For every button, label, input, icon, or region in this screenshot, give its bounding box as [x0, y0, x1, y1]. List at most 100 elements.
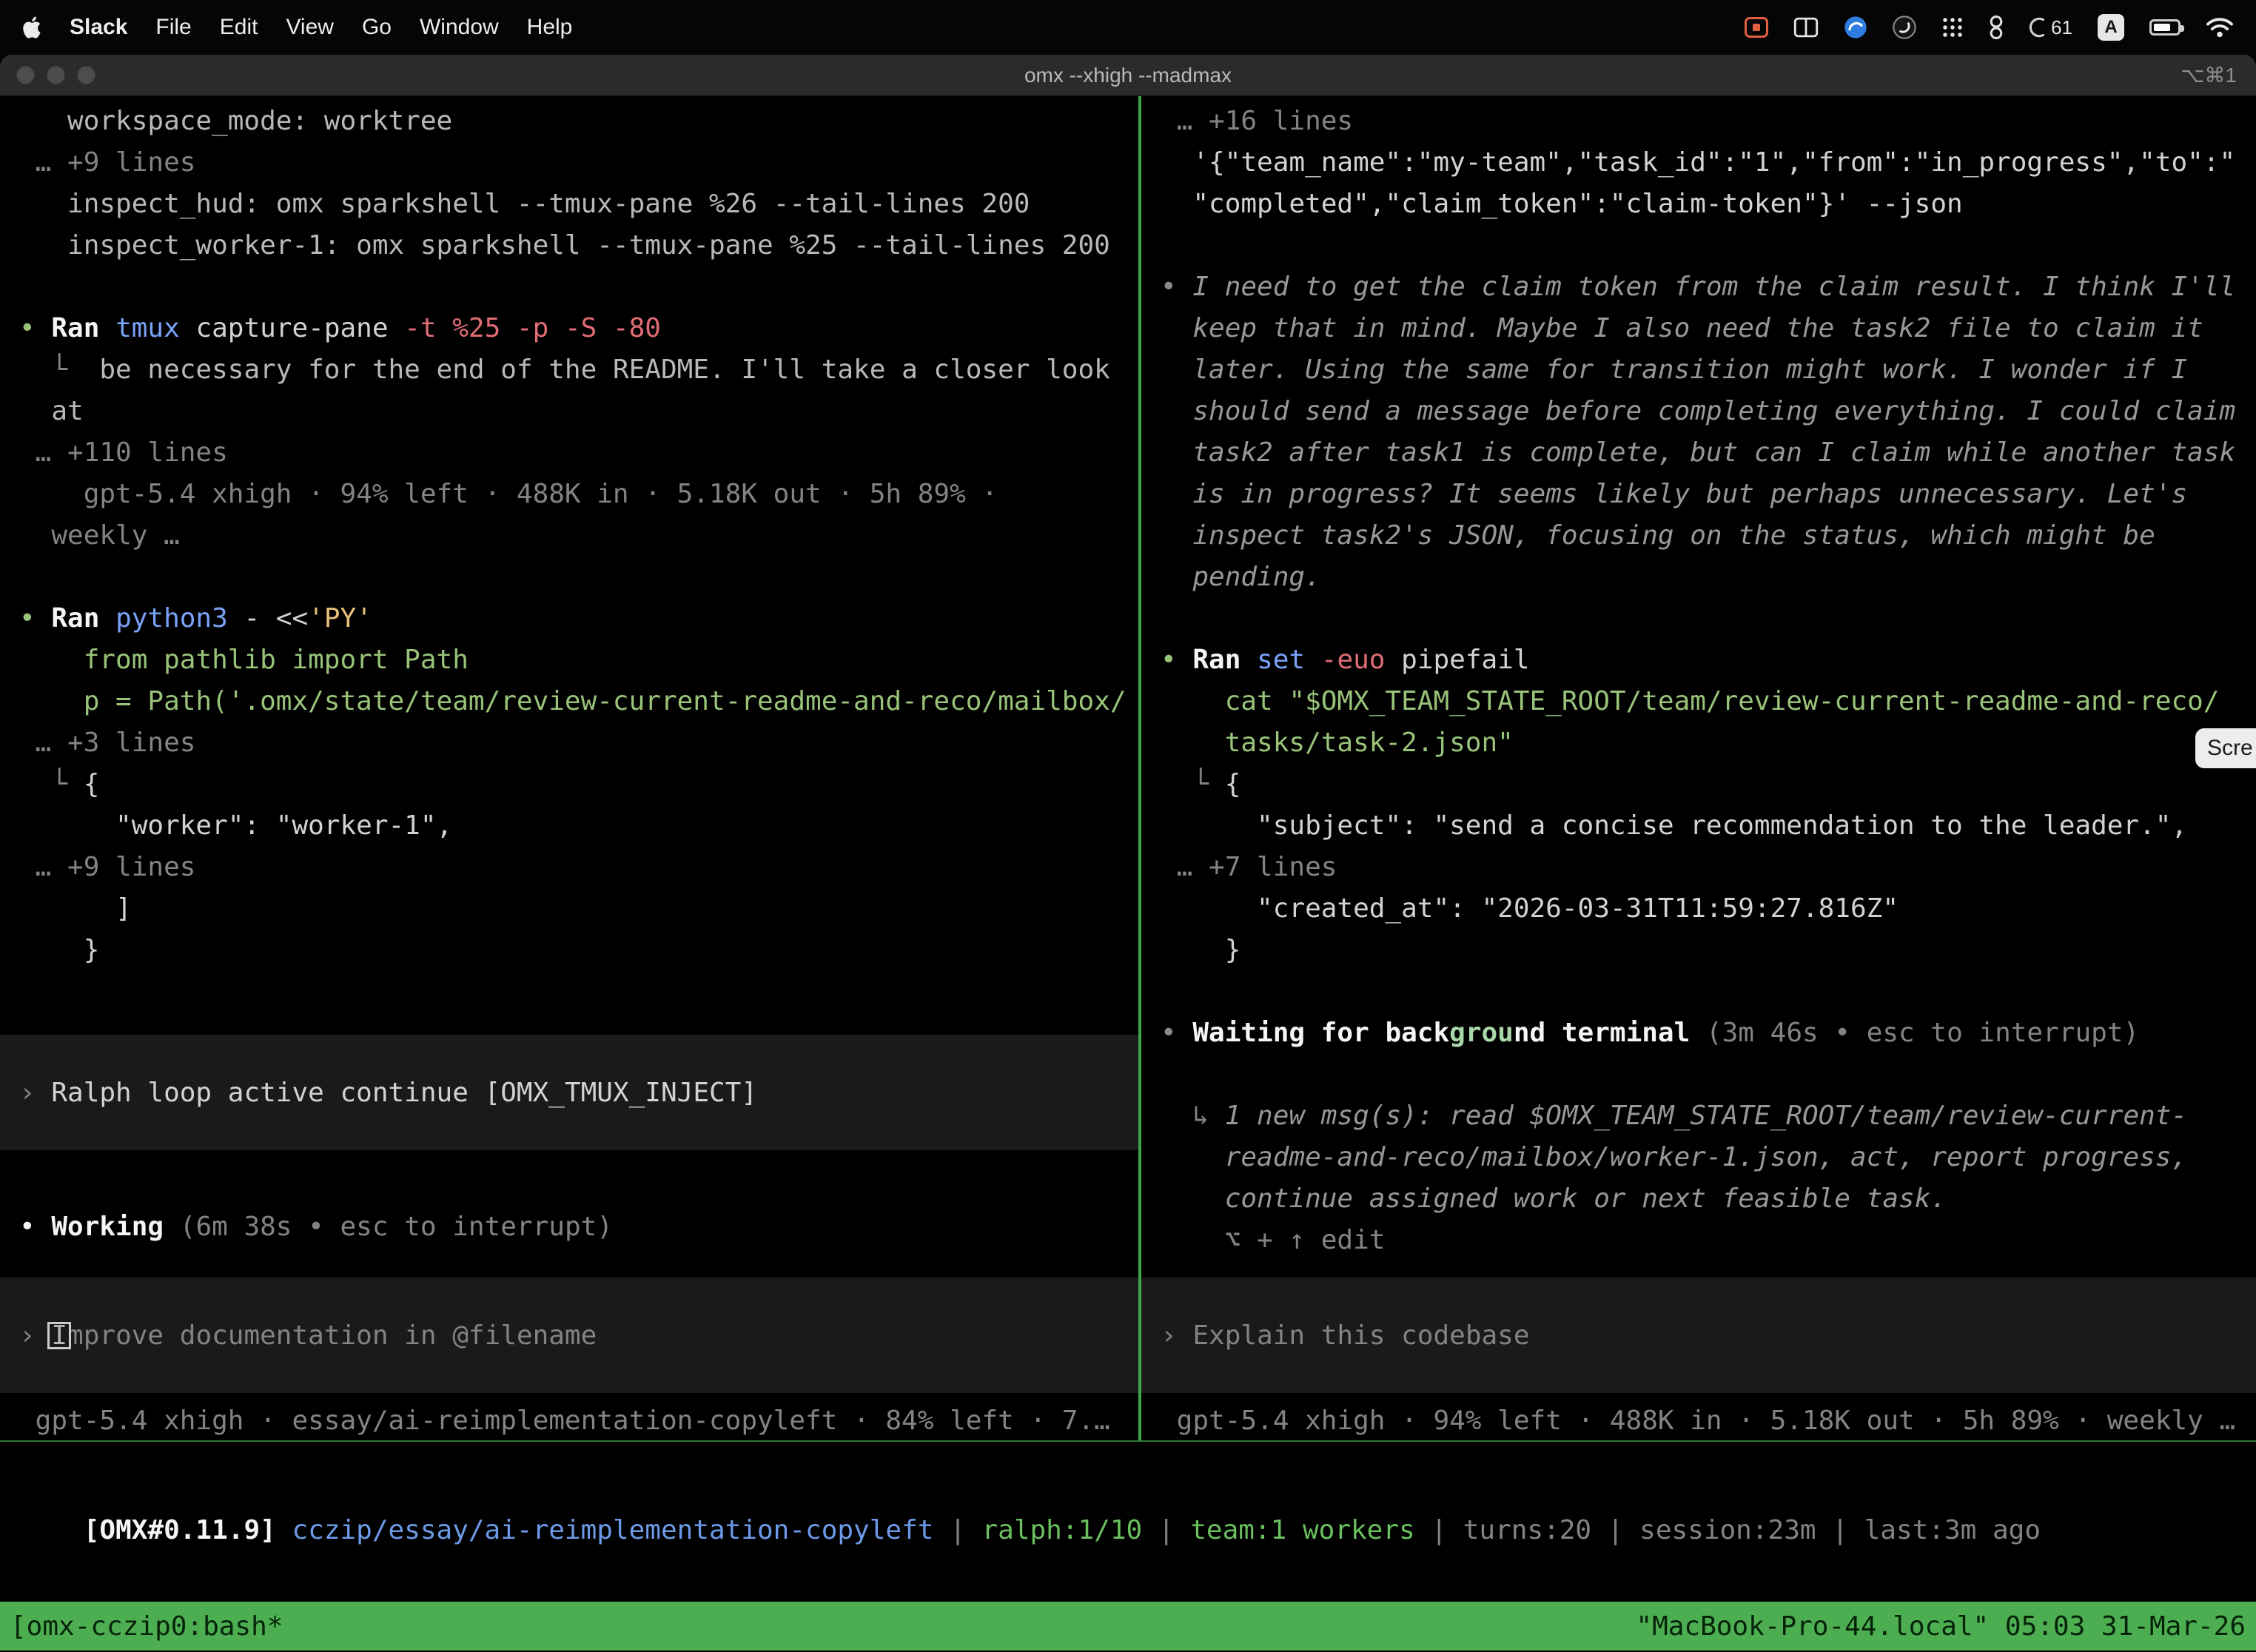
turns-counter: turns:20	[1463, 1515, 1591, 1545]
separator: |	[1142, 1515, 1190, 1545]
ran-command-line: • Ran set -euo pipefail	[1141, 639, 2256, 681]
cmd-token: pipefail	[1385, 645, 1529, 675]
menu-app-name[interactable]: Slack	[70, 15, 127, 40]
screen-share-popover[interactable]: Scre	[2195, 728, 2256, 768]
bullet-icon: •	[1161, 645, 1177, 675]
pane-footer-stats: gpt-5.4 xhigh · essay/ai-reimplementatio…	[0, 1400, 1138, 1440]
screen-recording-indicator-icon[interactable]	[1745, 17, 1768, 38]
wifi-icon[interactable]	[2206, 13, 2234, 42]
tmux-pane-left[interactable]: workspace_mode: worktree … +9 lines insp…	[0, 96, 1138, 1440]
menu-view[interactable]: View	[286, 15, 333, 40]
cmd-flags: -t %25 -p -S -80	[404, 313, 661, 343]
output-connector: └	[1161, 769, 1225, 799]
text-cursor: I	[51, 1320, 67, 1351]
mailbox-message-line: readme-and-reco/mailbox/worker-1.json, a…	[1141, 1137, 2256, 1178]
session-timer: session:23m	[1639, 1515, 1816, 1545]
reply-arrow-icon: ↳	[1161, 1101, 1225, 1131]
window-grid-icon[interactable]	[1793, 13, 1819, 42]
queued-message-band[interactable]: › Ralph loop active continue [OMX_TMUX_I…	[0, 1035, 1138, 1150]
text: tasks/task-2.json"	[1161, 728, 1514, 758]
command-output-line: ]	[0, 888, 1138, 930]
input-source-icon[interactable]: A	[2098, 14, 2124, 41]
text: 1 new msg(s): read $OMX_TEAM_STATE_ROOT/…	[1225, 1101, 2187, 1131]
tmux-pane-right[interactable]: … +16 lines '{"team_name":"my-team","tas…	[1141, 96, 2256, 1440]
command-output-line: "worker": "worker-1",	[0, 805, 1138, 847]
text: keep that in mind. Maybe I also need the…	[1161, 313, 2203, 343]
separator: |	[1591, 1515, 1639, 1545]
waiting-label: nd terminal	[1514, 1018, 1690, 1048]
text: … +9 lines	[19, 147, 195, 178]
text: {	[84, 769, 100, 799]
blank-line	[1141, 971, 2256, 1013]
tmux-host-datetime-label: "MacBook-Pro-44.local" 05:03 31-Mar-26	[1636, 1611, 2246, 1642]
blank-line	[0, 266, 1138, 308]
thinking-line: task2 after task1 is complete, but can I…	[1141, 432, 2256, 474]
collapsed-lines-indicator: … +9 lines	[0, 142, 1138, 184]
separator: |	[933, 1515, 981, 1545]
thinking-line: is in progress? It seems likely but perh…	[1141, 474, 2256, 515]
bullet-icon: •	[1161, 1018, 1177, 1048]
cmd-token: tmux	[115, 313, 180, 343]
text: inspect_worker-1: omx sparkshell --tmux-…	[19, 230, 1110, 261]
blank-line	[0, 557, 1138, 598]
disc-app-icon[interactable]	[1893, 13, 1916, 42]
text: later. Using the same for transition mig…	[1161, 355, 2187, 385]
bullet-icon: •	[19, 603, 36, 634]
blank-line	[1141, 1054, 2256, 1095]
blue-app-icon[interactable]	[1844, 13, 1867, 42]
text: … +3 lines	[19, 728, 195, 758]
menu-window[interactable]: Window	[420, 15, 499, 40]
ralph-counter: ralph:1/10	[981, 1515, 1142, 1545]
text: … +7 lines	[1161, 852, 1337, 882]
edit-hint-line: ⌥ + ↑ edit	[1141, 1220, 2256, 1261]
team-workers-label: team:1 workers	[1190, 1515, 1414, 1545]
output-connector: └	[19, 769, 84, 799]
menu-bar-status-items: 61 A	[1745, 13, 2234, 42]
text: "subject": "send a concise recommendatio…	[1161, 810, 2187, 841]
battery-icon[interactable]	[2149, 19, 2181, 36]
cmd-flags: -euo	[1305, 645, 1385, 675]
apps-grid-icon[interactable]	[1941, 13, 1964, 42]
cmd-string: 'PY'	[308, 603, 372, 634]
menu-help[interactable]: Help	[527, 15, 573, 40]
menu-edit[interactable]: Edit	[220, 15, 258, 40]
text: '{"team_name":"my-team","task_id":"1","f…	[1161, 147, 2235, 178]
collapsed-lines-indicator: … +7 lines	[1141, 847, 2256, 888]
queued-message-text: Ralph loop active continue [OMX_TMUX_INJ…	[51, 1078, 757, 1108]
pane-footer-stats: gpt-5.4 xhigh · 94% left · 488K in · 5.1…	[1141, 1400, 2256, 1440]
cmd-token: capture-pane	[180, 313, 404, 343]
blank-line	[1141, 598, 2256, 639]
prompt-input-left[interactable]: › Improve documentation in @filename	[0, 1277, 1138, 1393]
omx-version-label: [OMX#0.11.9]	[84, 1515, 276, 1545]
prompt-input-right[interactable]: › Explain this codebase	[1141, 1277, 2256, 1393]
terminal-window-titlebar: omx --xhigh --madmax ⌥⌘1	[0, 55, 2256, 96]
model-stats-line: gpt-5.4 xhigh · 94% left · 488K in · 5.1…	[0, 474, 1138, 515]
menu-file[interactable]: File	[155, 15, 191, 40]
apple-menu-icon[interactable]	[22, 13, 41, 42]
text: at	[19, 396, 84, 426]
thinking-line: pending.	[1141, 557, 2256, 598]
thinking-line: keep that in mind. Maybe I also need the…	[1141, 308, 2256, 349]
menu-go[interactable]: Go	[362, 15, 392, 40]
omx-status-line: [OMX#0.11.9] cczip/essay/ai-reimplementa…	[19, 1468, 2256, 1593]
automation-app-icon[interactable]	[1989, 13, 2004, 42]
text: readme-and-reco/mailbox/worker-1.json, a…	[1161, 1142, 2187, 1172]
command-code-line: tasks/task-2.json"	[1141, 722, 2256, 764]
bullet-icon: •	[19, 1212, 36, 1242]
text: p = Path('.omx/state/team/review-current…	[19, 686, 1127, 716]
thinking-line: inspect task2's JSON, focusing on the st…	[1141, 515, 2256, 557]
command-output-line: "subject": "send a concise recommendatio…	[1141, 805, 2256, 847]
battery-level	[2154, 24, 2170, 31]
collapsed-lines-indicator: … +3 lines	[0, 722, 1138, 764]
separator: |	[1816, 1515, 1864, 1545]
text: workspace_mode: worktree	[19, 106, 452, 136]
cmd-token: set	[1257, 645, 1305, 675]
menu-bar-left: Slack File Edit View Go Window Help	[22, 13, 572, 42]
text: I need to get the claim token from the c…	[1177, 272, 2235, 302]
command-output-line: at	[0, 391, 1138, 432]
repo-label: cczip/essay/ai-reimplementation-copyleft	[276, 1515, 934, 1545]
command-code-line: from pathlib import Path	[0, 639, 1138, 681]
text: from pathlib import Path	[19, 645, 469, 675]
bullet-icon: •	[19, 313, 36, 343]
battery-gauge-icon[interactable]: 61	[2029, 16, 2072, 39]
